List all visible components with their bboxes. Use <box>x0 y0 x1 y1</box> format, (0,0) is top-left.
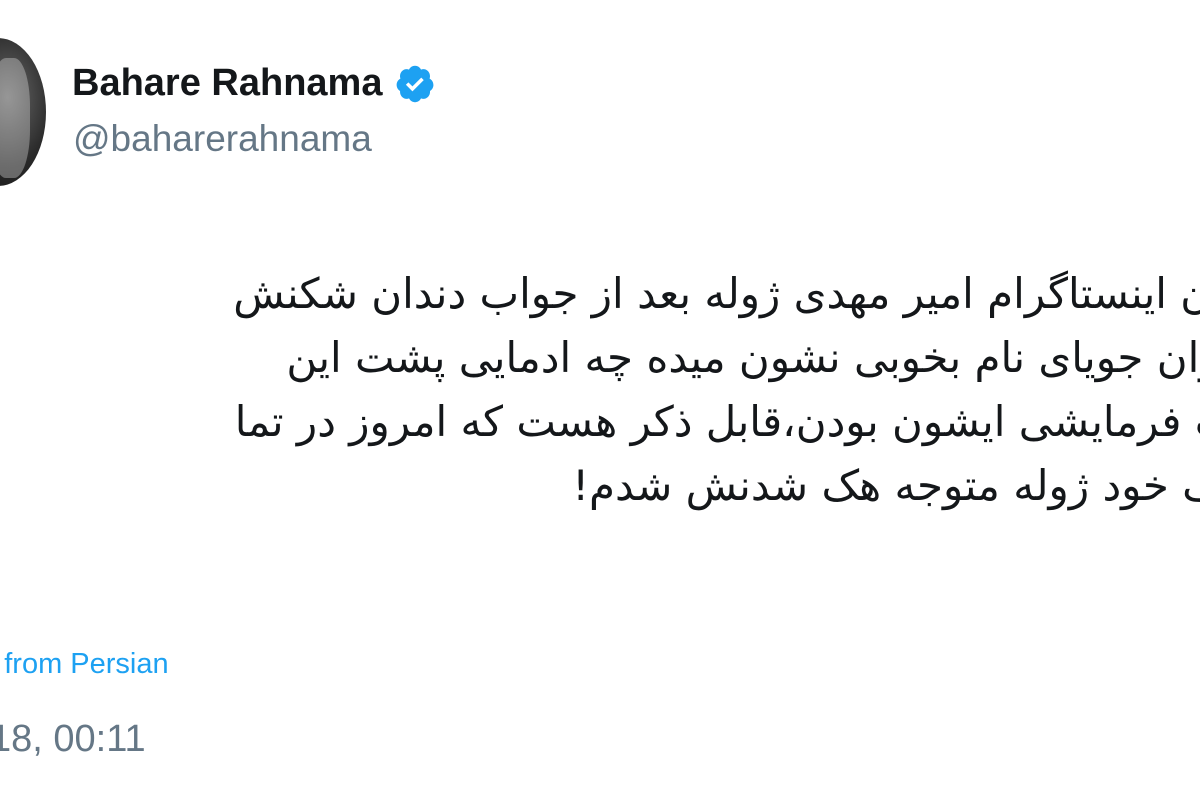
translate-tweet-link[interactable]: te from Persian <box>0 648 169 681</box>
user-name-text[interactable]: Bahare Rahnama <box>72 62 382 105</box>
tweet-line: عوان جویای نام بخوبی نشون میده چه ادمایی… <box>286 333 1200 382</box>
avatar[interactable] <box>0 38 46 186</box>
verified-badge-icon <box>394 63 436 105</box>
user-handle[interactable]: @baharerahnama <box>73 118 372 160</box>
tweet-line: لدن اینستاگرام امیر مهدی ژوله بعد از جوا… <box>233 269 1200 318</box>
tweet-text: لدن اینستاگرام امیر مهدی ژوله بعد از جوا… <box>0 262 1200 518</box>
tweet-line: رف خود ژوله متوجه هک شدنش شدم! <box>572 461 1200 510</box>
tweet-card: Bahare Rahnama @baharerahnama لدن اینستا… <box>0 0 1200 800</box>
avatar-photo-detail <box>0 58 30 178</box>
tweet-timestamp[interactable]: 18, 00:11 <box>0 718 146 761</box>
user-display-name[interactable]: Bahare Rahnama <box>72 62 436 105</box>
tweet-line: ات فرمایشی ایشون بودن،قابل ذکر هست که ام… <box>234 397 1200 446</box>
